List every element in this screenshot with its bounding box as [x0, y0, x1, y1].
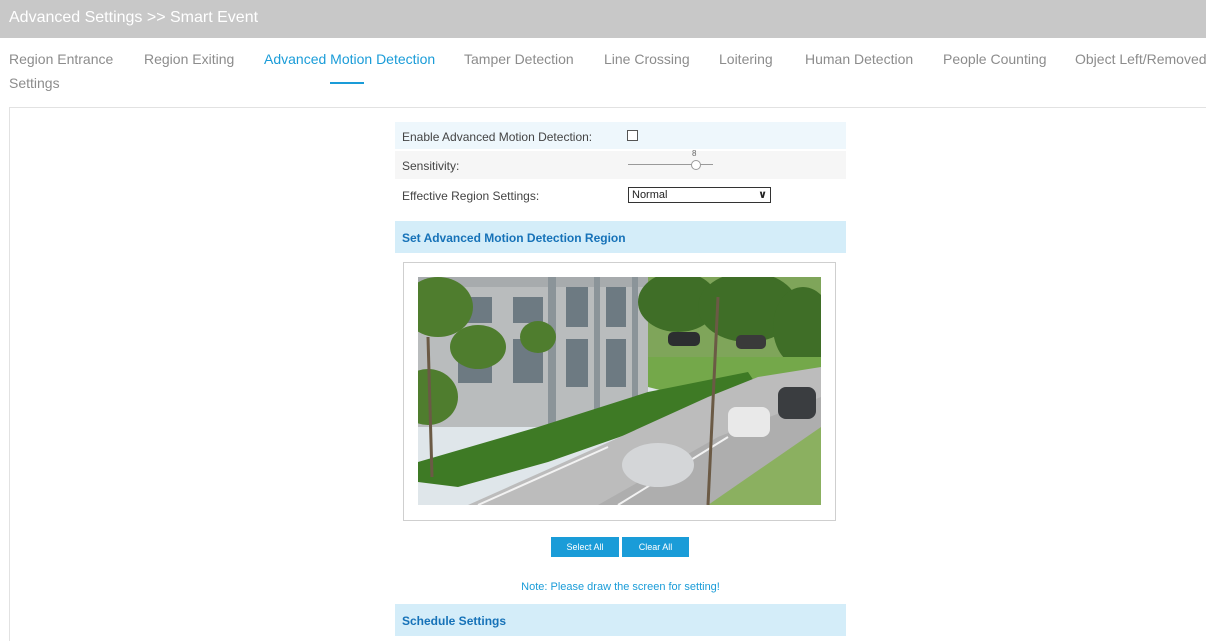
camera-preview-image: [418, 277, 821, 505]
region-section-title: Set Advanced Motion Detection Region: [402, 231, 626, 245]
sensitivity-label: Sensitivity:: [402, 159, 460, 173]
tab-object-left-removed[interactable]: Object Left/Removed: [1075, 51, 1206, 67]
select-all-button[interactable]: Select All: [551, 537, 619, 557]
breadcrumb-title: Advanced Settings >> Smart Event: [9, 9, 259, 26]
sensitivity-value: 8: [692, 149, 697, 158]
tab-advanced-motion-detection[interactable]: Advanced Motion Detection: [264, 51, 435, 67]
sensitivity-slider-handle[interactable]: [691, 160, 701, 170]
schedule-section-title: Schedule Settings: [402, 614, 507, 628]
region-settings-row: Effective Region Settings: Normal ∨: [395, 181, 846, 209]
tab-loitering[interactable]: Loitering: [719, 51, 773, 67]
tab-region-entrance[interactable]: Region Entrance: [9, 51, 113, 67]
region-settings-value: Normal: [632, 189, 668, 201]
enable-label: Enable Advanced Motion Detection:: [402, 130, 593, 144]
chevron-down-icon: ∨: [758, 189, 767, 201]
camera-preview[interactable]: [418, 277, 821, 505]
region-settings-select[interactable]: Normal ∨: [628, 187, 771, 203]
tab-region-exiting[interactable]: Region Exiting: [144, 51, 234, 67]
tab-line-crossing[interactable]: Line Crossing: [604, 51, 690, 67]
page-header: Advanced Settings >> Smart Event: [0, 0, 1206, 38]
tab-people-counting[interactable]: People Counting: [943, 51, 1047, 67]
tab-settings[interactable]: Settings: [9, 75, 60, 91]
enable-checkbox[interactable]: [627, 130, 638, 141]
enable-row: Enable Advanced Motion Detection:: [395, 122, 846, 149]
tab-tamper-detection[interactable]: Tamper Detection: [464, 51, 574, 67]
sensitivity-row: Sensitivity: 8: [395, 149, 846, 179]
region-settings-label: Effective Region Settings:: [402, 189, 540, 203]
tab-human-detection[interactable]: Human Detection: [805, 51, 913, 67]
event-tabs: Region Entrance Region Exiting Advanced …: [0, 38, 1206, 106]
clear-all-button[interactable]: Clear All: [622, 537, 689, 557]
video-frame: [403, 262, 836, 521]
draw-note: Note: Please draw the screen for setting…: [521, 581, 720, 593]
region-section-header: Set Advanced Motion Detection Region: [395, 221, 846, 253]
active-tab-indicator: [330, 82, 364, 84]
schedule-section-header: Schedule Settings: [395, 604, 846, 636]
